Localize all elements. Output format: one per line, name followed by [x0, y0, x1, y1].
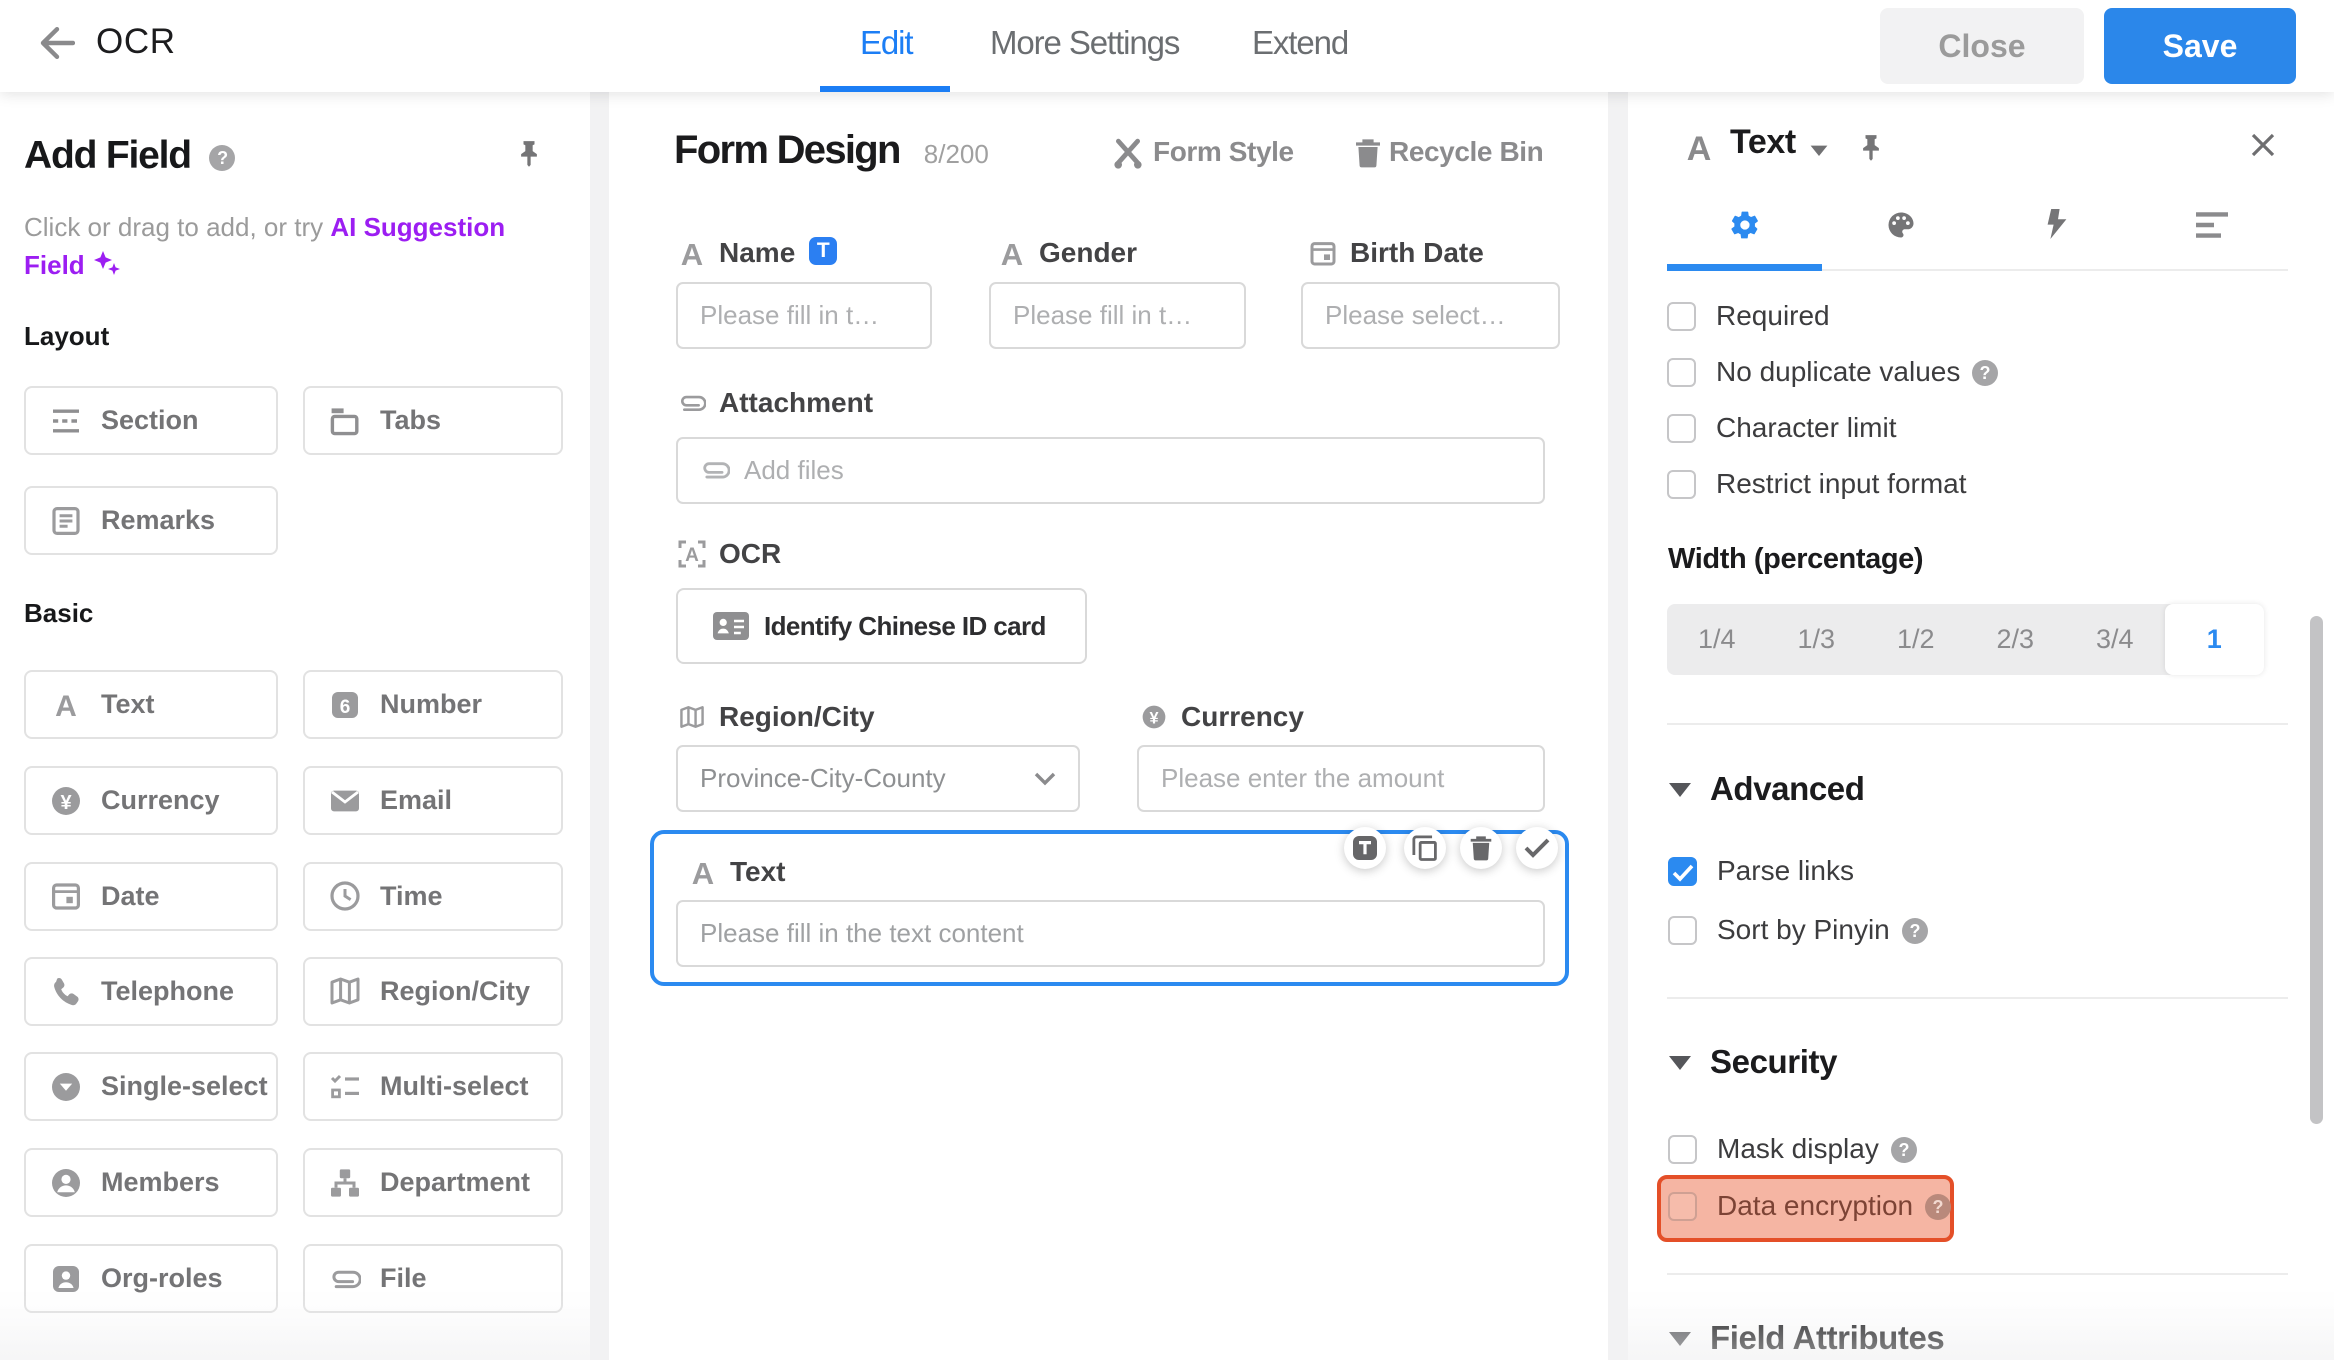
svg-text:?: ?	[1909, 921, 1920, 941]
svg-text:?: ?	[1898, 1140, 1909, 1160]
svg-text:A: A	[681, 239, 703, 267]
svg-text:?: ?	[1980, 363, 1991, 383]
svg-text:A: A	[1001, 239, 1023, 267]
svg-text:¥: ¥	[60, 792, 72, 814]
svg-text:6: 6	[340, 697, 351, 718]
svg-text:?: ?	[217, 148, 227, 168]
svg-text:A: A	[1687, 132, 1712, 162]
svg-text:A: A	[685, 545, 699, 566]
svg-text:¥: ¥	[1149, 710, 1158, 728]
svg-text:?: ?	[1933, 1197, 1944, 1217]
svg-text:A: A	[55, 690, 77, 721]
svg-text:A: A	[692, 858, 714, 886]
